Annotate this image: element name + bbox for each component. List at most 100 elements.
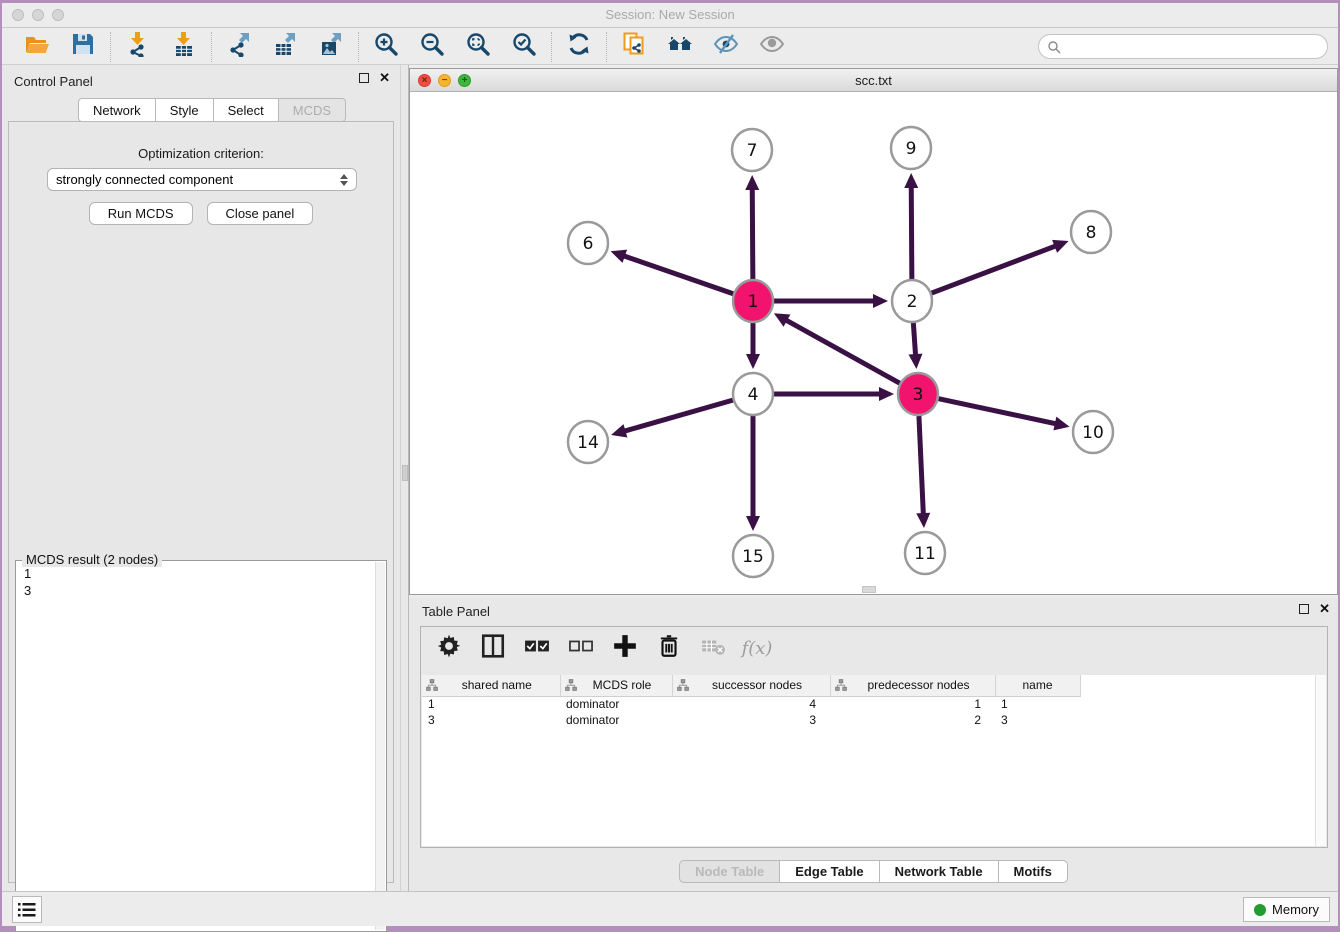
show-all-icon xyxy=(759,31,785,62)
table-row[interactable]: 3dominator323 xyxy=(422,712,1080,728)
table-settings-button[interactable] xyxy=(437,636,461,660)
chevron-updown-icon xyxy=(340,174,348,186)
edge-3-10[interactable] xyxy=(939,399,1058,424)
zoom-fit-button[interactable] xyxy=(464,33,492,61)
column-header-MCDS-role[interactable]: MCDS role xyxy=(560,675,672,696)
edge-4-14[interactable] xyxy=(623,400,733,432)
arrowhead-1-7 xyxy=(745,175,759,190)
close-panel-button[interactable]: Close panel xyxy=(207,202,314,225)
table-row[interactable]: 1dominator411 xyxy=(422,696,1080,712)
arrowhead-3-11 xyxy=(916,513,930,528)
result-scrollbar[interactable] xyxy=(375,562,385,930)
search-icon xyxy=(1047,40,1061,54)
mcds-result-box: MCDS result (2 nodes) 13 xyxy=(15,560,387,932)
export-image-icon xyxy=(318,31,344,62)
select-all-button[interactable] xyxy=(525,636,549,660)
arrowhead-2-3 xyxy=(909,354,923,369)
network-hscroll-thumb[interactable] xyxy=(862,586,876,593)
tab-network-table[interactable]: Network Table xyxy=(879,860,998,883)
network-window-titlebar[interactable]: × − + scc.txt xyxy=(410,69,1337,92)
deselect-all-icon xyxy=(568,633,594,664)
tab-edge-table[interactable]: Edge Table xyxy=(779,860,878,883)
column-header-successor-nodes[interactable]: successor nodes xyxy=(672,675,830,696)
edge-3-11[interactable] xyxy=(919,416,923,516)
application-window: Session: New Session xyxy=(2,3,1338,926)
deselect-all-button[interactable] xyxy=(569,636,593,660)
edge-2-3[interactable] xyxy=(913,323,915,357)
export-network-button[interactable] xyxy=(225,33,253,61)
import-table-icon xyxy=(171,31,197,62)
export-image-button[interactable] xyxy=(317,33,345,61)
memory-label: Memory xyxy=(1272,902,1319,917)
delete-table-button[interactable] xyxy=(701,636,725,660)
node-label-10: 10 xyxy=(1082,423,1104,443)
zoom-in-button[interactable] xyxy=(372,33,400,61)
tab-select[interactable]: Select xyxy=(213,98,278,122)
edge-2-8[interactable] xyxy=(932,245,1058,293)
panel-splitter[interactable] xyxy=(400,65,409,891)
network-canvas[interactable]: 7968124314101511 xyxy=(410,92,1337,594)
search-box xyxy=(1038,34,1328,59)
table-vscroll[interactable] xyxy=(1315,675,1326,846)
mcds-result-text[interactable]: 13 xyxy=(18,565,374,929)
memory-button[interactable]: Memory xyxy=(1243,897,1330,922)
gear-icon xyxy=(436,633,462,664)
open-session-button[interactable] xyxy=(23,33,51,61)
zoom-selected-button[interactable] xyxy=(510,33,538,61)
table-panel-header: Table Panel ✕ xyxy=(409,598,1338,624)
delete-column-icon xyxy=(656,633,682,664)
edge-1-6[interactable] xyxy=(622,255,733,293)
show-all-button[interactable] xyxy=(758,33,786,61)
control-panel-title: Control Panel xyxy=(14,74,93,89)
float-table-panel-icon[interactable] xyxy=(1299,604,1309,614)
close-table-panel-icon[interactable]: ✕ xyxy=(1319,604,1330,614)
network-window-title: scc.txt xyxy=(410,73,1337,88)
splitter-handle[interactable] xyxy=(402,465,408,481)
tab-motifs[interactable]: Motifs xyxy=(998,860,1068,883)
float-panel-icon[interactable] xyxy=(359,73,369,83)
save-session-button[interactable] xyxy=(69,33,97,61)
dropdown-selected-value: strongly connected component xyxy=(56,172,340,187)
optimization-criterion-select[interactable]: strongly connected component xyxy=(47,168,357,191)
function-builder-button[interactable]: f(x) xyxy=(745,636,769,660)
column-header-name[interactable]: name xyxy=(995,675,1080,696)
refresh-button[interactable] xyxy=(565,33,593,61)
node-label-11: 11 xyxy=(914,544,936,564)
tab-node-table[interactable]: Node Table xyxy=(679,860,779,883)
arrowhead-1-6 xyxy=(611,250,627,263)
arrowhead-1-2 xyxy=(873,294,888,308)
tab-network[interactable]: Network xyxy=(78,98,155,122)
zoom-selected-icon xyxy=(511,31,537,62)
search-input[interactable] xyxy=(1061,39,1327,54)
node-label-3: 3 xyxy=(913,385,924,405)
zoom-out-button[interactable] xyxy=(418,33,446,61)
import-table-button[interactable] xyxy=(170,33,198,61)
add-column-button[interactable] xyxy=(613,636,637,660)
first-neighbors-button[interactable] xyxy=(666,33,694,61)
network-graph[interactable]: 7968124314101511 xyxy=(410,92,1337,594)
add-column-icon xyxy=(612,633,638,664)
header-row: shared nameMCDS rolesuccessor nodesprede… xyxy=(422,675,1080,696)
close-panel-icon[interactable]: ✕ xyxy=(379,73,390,83)
delete-column-button[interactable] xyxy=(657,636,681,660)
import-network-button[interactable] xyxy=(124,33,152,61)
task-history-button[interactable] xyxy=(12,896,42,923)
tab-style[interactable]: Style xyxy=(155,98,213,122)
run-mcds-button[interactable]: Run MCDS xyxy=(89,202,193,225)
column-header-shared-name[interactable]: shared name xyxy=(422,675,560,696)
tab-mcds[interactable]: MCDS xyxy=(278,98,346,122)
network-view-window: × − + scc.txt 7968124314101511 xyxy=(409,68,1338,595)
column-header-predecessor-nodes[interactable]: predecessor nodes xyxy=(830,675,995,696)
hide-selected-button[interactable] xyxy=(712,33,740,61)
optimization-criterion-label: Optimization criterion: xyxy=(9,146,393,161)
arrowhead-2-9 xyxy=(904,173,918,188)
edge-2-9[interactable] xyxy=(911,185,912,279)
column-layout-button[interactable] xyxy=(481,636,505,660)
import-network-icon xyxy=(125,31,151,62)
export-table-button[interactable] xyxy=(271,33,299,61)
edge-1-7[interactable] xyxy=(752,187,753,279)
edge-3-1[interactable] xyxy=(784,319,899,383)
node-label-15: 15 xyxy=(742,547,764,567)
list-icon xyxy=(17,901,37,919)
duplicate-network-button[interactable] xyxy=(620,33,648,61)
